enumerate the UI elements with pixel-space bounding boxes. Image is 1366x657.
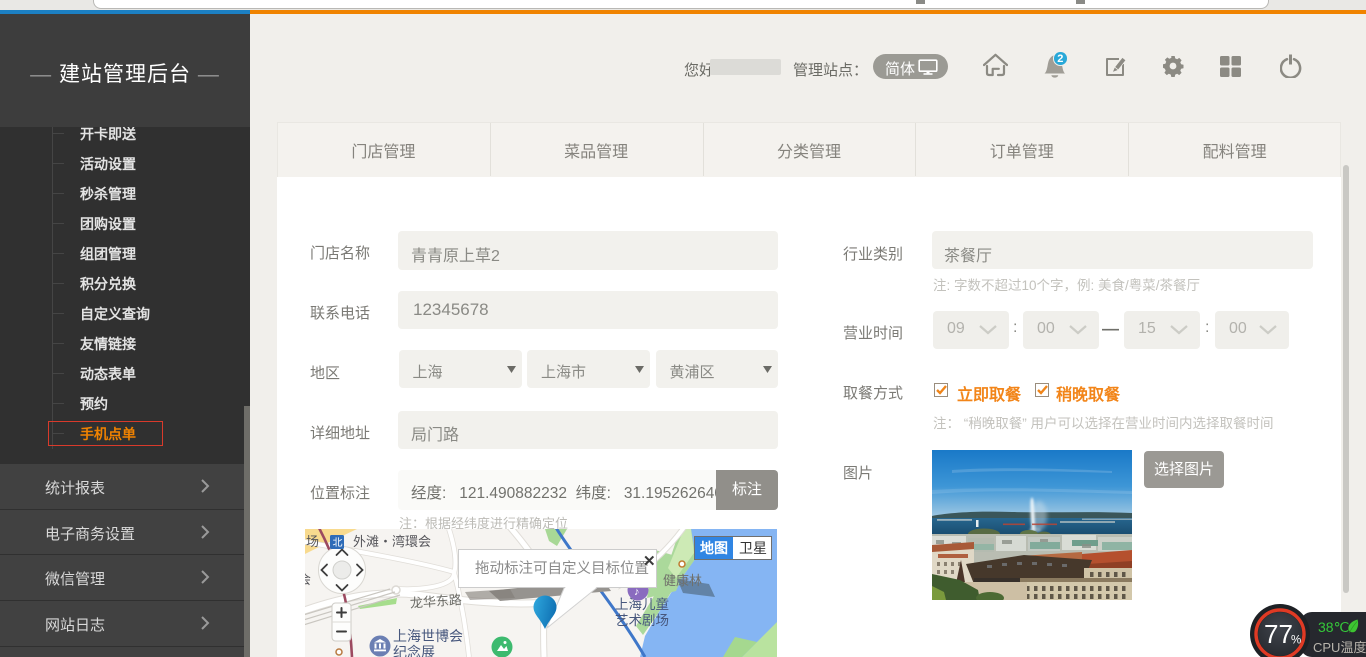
svg-text:艺术剧场: 艺术剧场 bbox=[615, 613, 669, 628]
svg-text:卫星: 卫星 bbox=[739, 540, 767, 556]
svg-text:场: 场 bbox=[306, 534, 319, 549]
svg-text:77: 77 bbox=[1264, 619, 1293, 649]
svg-text:✕: ✕ bbox=[643, 553, 656, 570]
svg-text:地图: 地图 bbox=[700, 540, 728, 556]
svg-text:纪念展: 纪念展 bbox=[393, 644, 435, 657]
svg-text:拖动标注可自定义目标位置: 拖动标注可自定义目标位置 bbox=[475, 560, 649, 577]
svg-text:健康林: 健康林 bbox=[663, 573, 702, 588]
svg-text:会: 会 bbox=[305, 572, 311, 587]
svg-text:外滩・湾環会: 外滩・湾環会 bbox=[353, 534, 431, 549]
svg-text:%: % bbox=[1291, 635, 1301, 647]
svg-text:北: 北 bbox=[333, 537, 343, 549]
svg-text:上海世博会: 上海世博会 bbox=[393, 628, 463, 644]
